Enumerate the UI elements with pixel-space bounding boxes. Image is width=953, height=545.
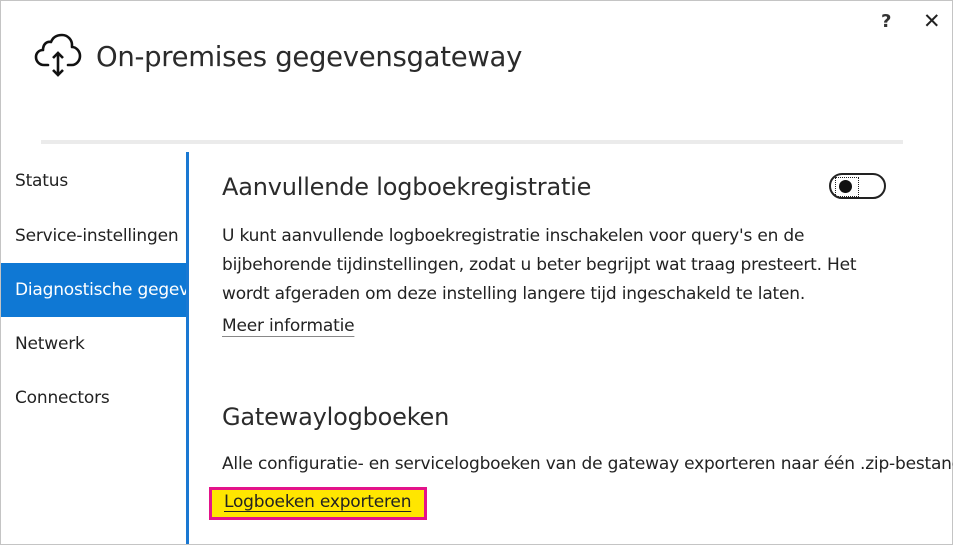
gateway-logs-description: Alle configuratie- en servicelogboeken v… bbox=[222, 454, 953, 474]
help-button[interactable]: ? bbox=[881, 11, 891, 32]
additional-logging-description: U kunt aanvullende logboekregistratie in… bbox=[222, 222, 857, 309]
description-line: wordt afgeraden om deze instelling lange… bbox=[222, 284, 806, 304]
gateway-logs-heading: Gatewaylogboeken bbox=[222, 403, 450, 431]
toggle-knob bbox=[839, 180, 852, 193]
sidebar-nav: Status Service-instellingen Diagnostisch… bbox=[1, 153, 187, 425]
window-title: On-premises gegevensgateway bbox=[96, 41, 523, 73]
additional-logging-heading: Aanvullende logboekregistratie bbox=[222, 173, 592, 201]
gateway-window: On-premises gegevensgateway ? ✕ Status S… bbox=[0, 0, 953, 545]
export-logs-link[interactable]: Logboeken exporteren bbox=[224, 492, 411, 512]
close-button[interactable]: ✕ bbox=[923, 9, 941, 33]
sidebar-item-status[interactable]: Status bbox=[1, 153, 187, 209]
description-line: U kunt aanvullende logboekregistratie in… bbox=[222, 226, 805, 246]
sidebar-separator bbox=[186, 152, 189, 544]
cloud-upload-download-icon bbox=[34, 33, 82, 77]
sidebar-item-diagnostics[interactable]: Diagnostische gegevens bbox=[1, 263, 187, 317]
export-logs-highlight: Logboeken exporteren bbox=[209, 487, 427, 520]
description-line: bijbehorende tijdinstellingen, zodat u b… bbox=[222, 255, 857, 275]
more-info-link[interactable]: Meer informatie bbox=[222, 316, 355, 336]
sidebar-item-service-settings[interactable]: Service-instellingen bbox=[1, 209, 187, 263]
sidebar-item-network[interactable]: Netwerk bbox=[1, 317, 187, 371]
header-divider bbox=[41, 140, 903, 144]
sidebar-item-connectors[interactable]: Connectors bbox=[1, 371, 187, 425]
additional-logging-toggle[interactable] bbox=[829, 173, 886, 199]
